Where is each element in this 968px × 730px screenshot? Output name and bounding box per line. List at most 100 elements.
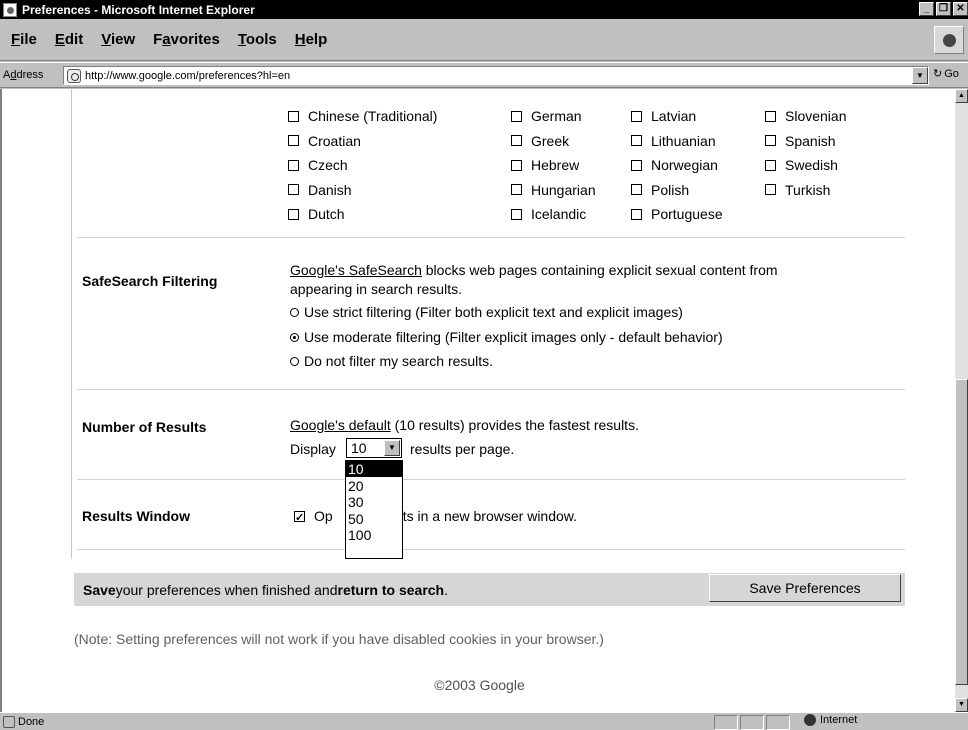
menu-item[interactable]: Help — [286, 19, 337, 61]
language-option[interactable]: Croatian — [288, 129, 437, 154]
safesearch-off-option[interactable]: Do not filter my search results. — [290, 353, 493, 369]
language-option[interactable]: Spanish — [765, 129, 847, 154]
results-option[interactable]: 20 — [346, 478, 402, 494]
language-option[interactable]: Latvian — [631, 104, 723, 129]
go-arrow-icon: ↻ — [933, 68, 943, 80]
language-option[interactable]: Icelandic — [511, 202, 596, 227]
language-label: Danish — [308, 181, 352, 198]
safesearch-moderate-option[interactable]: Use moderate filtering (Filter explicit … — [290, 329, 723, 345]
results-option[interactable]: 50 — [346, 511, 402, 527]
language-label: Slovenian — [785, 108, 847, 125]
language-option[interactable]: Portuguese — [631, 202, 723, 227]
language-checkbox[interactable] — [631, 110, 642, 122]
minimize-button[interactable]: _ — [919, 2, 934, 16]
language-checkbox[interactable] — [288, 159, 299, 171]
language-checkbox[interactable] — [631, 184, 642, 196]
language-label: Croatian — [308, 132, 361, 149]
globe-icon — [804, 714, 816, 726]
close-button[interactable]: ✕ — [953, 2, 968, 16]
page-icon — [67, 68, 81, 83]
language-checkbox[interactable] — [288, 110, 299, 122]
language-label: German — [531, 108, 582, 125]
language-label: Latvian — [651, 108, 697, 125]
results-option[interactable]: 30 — [346, 494, 402, 510]
language-label: Norwegian — [651, 157, 718, 174]
radio-strict[interactable] — [290, 307, 299, 317]
safesearch-link[interactable]: Google's SafeSearch — [290, 262, 422, 278]
safesearch-description: Google's SafeSearch blocks web pages con… — [290, 262, 778, 297]
status-panel — [766, 715, 790, 730]
language-checkbox[interactable] — [288, 208, 299, 220]
language-checkbox[interactable] — [631, 208, 642, 220]
language-option[interactable]: Lithuanian — [631, 129, 723, 154]
safesearch-strict-option[interactable]: Use strict filtering (Filter both explic… — [290, 304, 683, 320]
language-option[interactable]: Hebrew — [511, 153, 596, 178]
language-checkbox[interactable] — [288, 184, 299, 196]
language-column-2: German Greek Hebrew Hungarian Icelandic — [511, 104, 596, 227]
address-label: Address — [3, 69, 44, 81]
status-text: Done — [18, 715, 45, 728]
language-option[interactable]: Swedish — [765, 153, 847, 178]
vertical-scrollbar[interactable]: ▲ ▼ — [955, 89, 968, 712]
menu-item[interactable]: File — [2, 19, 46, 61]
language-checkbox[interactable] — [631, 135, 642, 147]
safesearch-title: SafeSearch Filtering — [82, 273, 218, 289]
language-option[interactable]: Hungarian — [511, 178, 596, 203]
restore-button[interactable]: ❐ — [936, 2, 951, 16]
address-dropdown-button[interactable]: ▼ — [912, 67, 928, 84]
results-dropdown-list: 10 20 30 50 100 — [345, 460, 403, 559]
section-border — [71, 89, 72, 559]
menu-item[interactable]: Edit — [46, 19, 92, 61]
results-option[interactable]: 100 — [346, 527, 402, 543]
language-checkbox[interactable] — [511, 208, 522, 220]
results-option[interactable]: 10 — [346, 461, 402, 477]
language-label: Hebrew — [531, 157, 580, 174]
divider — [77, 237, 905, 238]
language-label: Turkish — [785, 181, 831, 198]
language-option[interactable]: Dutch — [288, 202, 437, 227]
new-window-option[interactable]: Op h results in a new browser window. — [294, 507, 577, 528]
results-per-page-select[interactable]: 10 ▼ — [346, 438, 402, 458]
menu-item[interactable]: Favorites — [144, 19, 229, 61]
language-option[interactable]: Norwegian — [631, 153, 723, 178]
language-checkbox[interactable] — [765, 135, 776, 147]
language-label: Hungarian — [531, 181, 596, 198]
scroll-up-button[interactable]: ▲ — [955, 89, 968, 103]
language-checkbox[interactable] — [511, 135, 522, 147]
language-option[interactable]: Slovenian — [765, 104, 847, 129]
chevron-down-icon[interactable]: ▼ — [384, 440, 400, 456]
language-option[interactable]: Chinese (Traditional) — [288, 104, 437, 129]
language-option[interactable]: Turkish — [765, 178, 847, 203]
menu-item[interactable]: Tools — [229, 19, 286, 61]
menu-item[interactable]: View — [92, 19, 144, 61]
new-window-checkbox[interactable] — [294, 509, 305, 528]
language-checkbox[interactable] — [631, 159, 642, 171]
language-checkbox[interactable] — [765, 159, 776, 171]
language-option[interactable]: Polish — [631, 178, 723, 203]
address-bar: Address http://www.google.com/preference… — [0, 62, 968, 88]
language-label: Czech — [308, 157, 348, 174]
language-checkbox[interactable] — [511, 110, 522, 122]
language-checkbox[interactable] — [765, 110, 776, 122]
language-option[interactable]: Greek — [511, 129, 596, 154]
language-column-1: Chinese (Traditional) Croatian Czech Danish… — [288, 104, 437, 227]
language-option[interactable]: German — [511, 104, 596, 129]
language-checkbox[interactable] — [288, 135, 299, 147]
radio-moderate[interactable] — [290, 332, 299, 342]
divider — [77, 549, 905, 550]
language-checkbox[interactable] — [511, 159, 522, 171]
window-controls: _ ❐ ✕ — [919, 2, 968, 16]
divider — [77, 479, 905, 480]
radio-off[interactable] — [290, 356, 299, 366]
scroll-down-button[interactable]: ▼ — [955, 698, 968, 712]
address-input[interactable]: http://www.google.com/preferences?hl=en … — [63, 66, 929, 85]
scroll-thumb[interactable] — [955, 379, 968, 685]
ie-icon — [3, 2, 17, 17]
language-checkbox[interactable] — [511, 184, 522, 196]
save-preferences-button[interactable]: Save Preferences — [709, 574, 901, 602]
language-option[interactable]: Danish — [288, 178, 437, 203]
language-option[interactable]: Czech — [288, 153, 437, 178]
language-checkbox[interactable] — [765, 184, 776, 196]
go-button[interactable]: ↻ Go — [933, 67, 959, 81]
results-default-link[interactable]: Google's default — [290, 417, 391, 433]
